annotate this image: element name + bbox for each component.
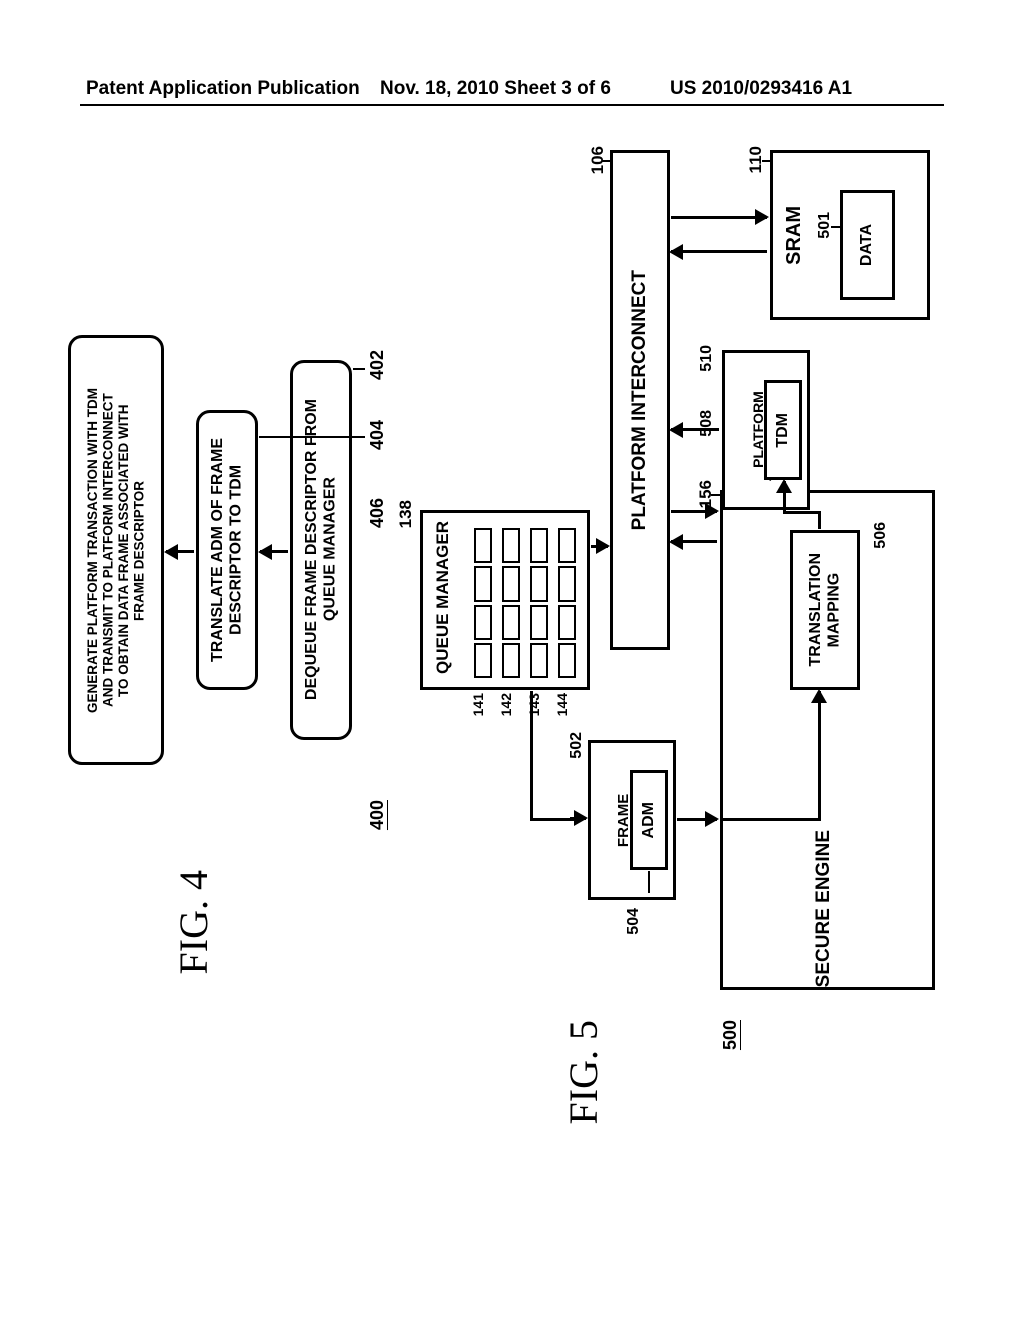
header-rule bbox=[80, 104, 944, 106]
path-tm-tdm-h bbox=[783, 511, 821, 514]
arrow-fd-se bbox=[677, 818, 717, 821]
qcell bbox=[474, 566, 492, 601]
step-406b-text: GENERATE PLATFORM TRANSACTION WITH TDM A… bbox=[85, 388, 147, 713]
arrow-ic-se-2 bbox=[671, 540, 717, 543]
arrow-qm-ic bbox=[591, 545, 608, 548]
qcell bbox=[558, 528, 576, 563]
platform-interconnect-label: PLATFORM INTERCONNECT bbox=[629, 270, 651, 530]
ref-504: 504 bbox=[625, 908, 643, 935]
ref-142: 142 bbox=[498, 693, 514, 716]
figure-5: SRAM 110 DATA 501 PLATFORM INTERCONNECT … bbox=[420, 150, 940, 1190]
ref-404b: 404 bbox=[367, 420, 388, 450]
ref-144: 144 bbox=[554, 693, 570, 716]
arrow-b bbox=[166, 550, 194, 553]
path-se-h bbox=[721, 818, 821, 821]
tdm-label: TDM bbox=[774, 413, 792, 448]
path-se-v bbox=[818, 691, 821, 819]
ref-141: 141 bbox=[470, 693, 486, 716]
lead-501 bbox=[831, 226, 841, 228]
step-404b-text: TRANSLATE ADM OF FRAME DESCRIPTOR TO TDM bbox=[209, 438, 246, 662]
page: Patent Application Publication Nov. 18, … bbox=[0, 0, 1024, 1320]
arrow-ic-se-1 bbox=[671, 510, 717, 513]
qcell bbox=[558, 566, 576, 601]
lead-110 bbox=[762, 160, 772, 162]
arrow-into-mapping bbox=[818, 691, 821, 692]
adm-label: ADM bbox=[640, 802, 658, 838]
ref-406b: 406 bbox=[367, 498, 388, 528]
ref-138: 138 bbox=[396, 500, 416, 528]
qcell bbox=[502, 643, 520, 678]
ref-506: 506 bbox=[872, 522, 890, 549]
ref-502: 502 bbox=[568, 732, 586, 759]
step-406b: GENERATE PLATFORM TRANSACTION WITH TDM A… bbox=[68, 335, 164, 765]
ref-400: 400 bbox=[367, 800, 388, 830]
arrow-ic-sram-2 bbox=[671, 250, 767, 253]
qcell bbox=[474, 528, 492, 563]
figure-4-layout: DEQUEUE FRAME DESCRIPTOR FROM QUEUE MANA… bbox=[90, 330, 410, 1200]
translation-mapping-label: TRANSLATION MAPPING bbox=[807, 553, 844, 666]
queue-grid bbox=[474, 528, 584, 678]
qcell bbox=[558, 643, 576, 678]
ref-500: 500 bbox=[720, 1020, 741, 1050]
ref-508: 508 bbox=[698, 410, 716, 437]
hdr-left: Patent Application Publication bbox=[86, 78, 360, 100]
platform-interconnect: PLATFORM INTERCONNECT bbox=[610, 150, 670, 650]
sram-data-block: DATA bbox=[840, 190, 895, 300]
secure-engine-label: SECURE ENGINE bbox=[813, 830, 835, 987]
arrow-ic-sram-1 bbox=[671, 216, 767, 219]
qcell bbox=[502, 566, 520, 601]
sram-label: SRAM bbox=[783, 206, 806, 265]
qcell bbox=[474, 643, 492, 678]
step-402b-text: DEQUEUE FRAME DESCRIPTOR FROM QUEUE MANA… bbox=[303, 399, 340, 700]
arrow-qm-fd bbox=[570, 817, 586, 820]
qcell bbox=[502, 605, 520, 640]
lead-156 bbox=[711, 494, 721, 496]
qcell bbox=[558, 605, 576, 640]
tdm-block: TDM bbox=[764, 380, 802, 480]
path-qm-fd-h bbox=[530, 818, 574, 821]
ref-143: 143 bbox=[526, 693, 542, 716]
lead-504 bbox=[648, 871, 650, 893]
step-404b: TRANSLATE ADM OF FRAME DESCRIPTOR TO TDM bbox=[196, 410, 258, 690]
adm-block: ADM bbox=[630, 770, 668, 870]
fig4-caption: FIG. 4 bbox=[170, 870, 217, 974]
arrow-pt-ic bbox=[671, 428, 719, 431]
qcell bbox=[530, 566, 548, 601]
arrow-a bbox=[260, 550, 288, 553]
path-qm-fd-v bbox=[530, 691, 533, 821]
qcell bbox=[502, 528, 520, 563]
translation-mapping: TRANSLATION MAPPING bbox=[790, 530, 860, 690]
hdr-pubnum: US 2010/0293416 A1 bbox=[670, 78, 852, 100]
fig5-caption: FIG. 5 bbox=[560, 1020, 607, 1124]
step-402b: DEQUEUE FRAME DESCRIPTOR FROM QUEUE MANA… bbox=[290, 360, 352, 740]
sram-data-label: DATA bbox=[858, 224, 876, 266]
qcell bbox=[530, 643, 548, 678]
qcell bbox=[530, 605, 548, 640]
lead-402b bbox=[353, 368, 365, 370]
hdr-mid: Nov. 18, 2010 Sheet 3 of 6 bbox=[380, 78, 611, 100]
ref-402b: 402 bbox=[367, 350, 388, 380]
qcell bbox=[530, 528, 548, 563]
queue-manager-label: QUEUE MANAGER bbox=[433, 521, 453, 674]
arrow-tm-tdm bbox=[783, 481, 786, 511]
lead-404b bbox=[259, 436, 365, 438]
qcell bbox=[474, 605, 492, 640]
lead-106 bbox=[602, 160, 612, 162]
ref-510: 510 bbox=[698, 345, 716, 372]
